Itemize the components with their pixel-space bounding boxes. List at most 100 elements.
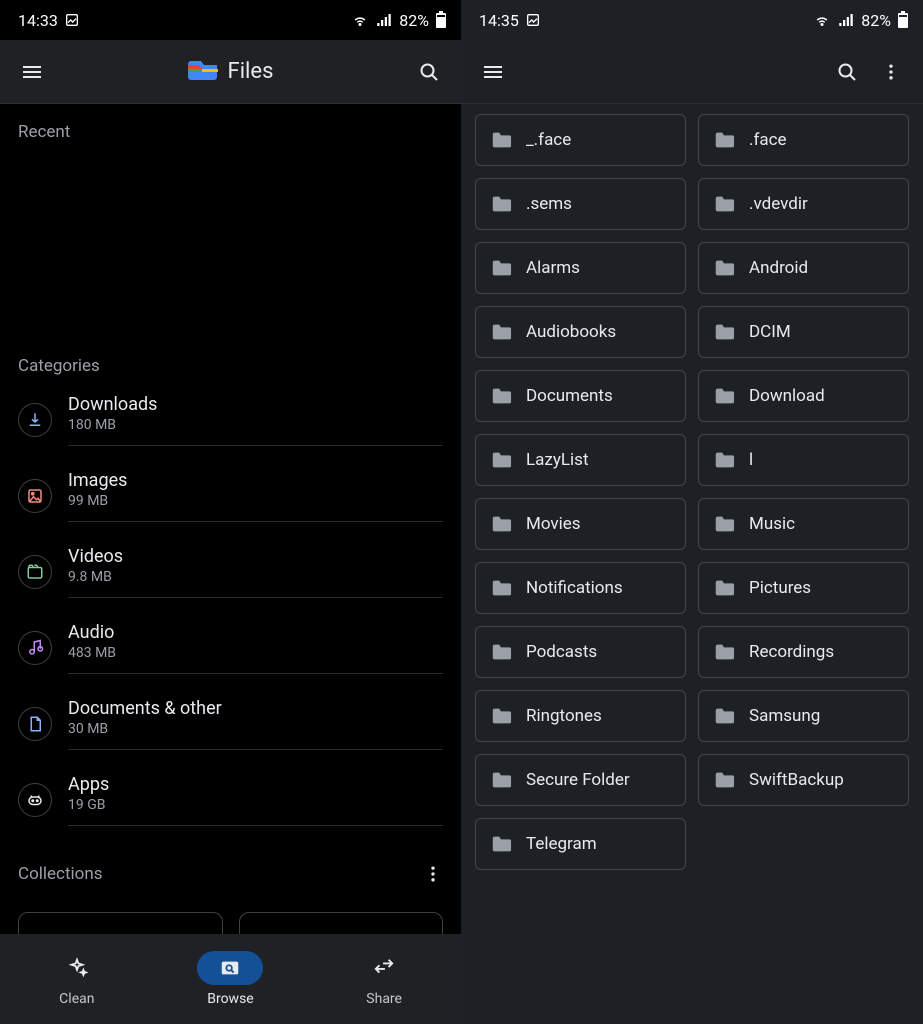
folder-item[interactable]: Notifications — [475, 562, 686, 614]
folder-item[interactable]: .sems — [475, 178, 686, 230]
nav-clean[interactable]: Clean — [17, 951, 137, 1007]
battery-icon — [435, 11, 447, 29]
share-icon — [351, 951, 417, 985]
folder-item[interactable]: Android — [698, 242, 909, 294]
screenshot-notification-icon — [525, 12, 541, 28]
status-time: 14:33 — [18, 11, 58, 30]
category-item-download[interactable]: Downloads 180 MB — [0, 382, 461, 458]
wifi-icon — [351, 11, 369, 29]
folder-icon — [713, 129, 735, 151]
folder-item[interactable]: Pictures — [698, 562, 909, 614]
folder-icon — [713, 257, 735, 279]
wifi-icon — [813, 11, 831, 29]
signal-icon — [837, 11, 855, 29]
folder-icon — [490, 193, 512, 215]
folder-grid: _.face .face .sems .vdevdir Alarms Android Aud… — [461, 104, 923, 880]
collections-more-button[interactable] — [411, 852, 455, 896]
menu-button[interactable] — [10, 50, 54, 94]
collections-section-title: Collections — [18, 864, 103, 884]
folder-name: Music — [749, 514, 795, 534]
nav-label: Clean — [59, 991, 94, 1007]
bottom-navigation: Clean Browse Share — [0, 934, 461, 1024]
download-icon — [18, 403, 52, 437]
folder-item[interactable]: l — [698, 434, 909, 486]
folder-item[interactable]: Telegram — [475, 818, 686, 870]
folder-icon — [713, 449, 735, 471]
folder-name: Recordings — [749, 642, 834, 662]
folder-icon — [490, 641, 512, 663]
folder-item[interactable]: .vdevdir — [698, 178, 909, 230]
search-button[interactable] — [407, 50, 451, 94]
folder-item[interactable]: Alarms — [475, 242, 686, 294]
screenshot-notification-icon — [64, 12, 80, 28]
category-item-apps[interactable]: Apps19 GB — [0, 762, 461, 838]
document-icon — [18, 707, 52, 741]
folder-item[interactable]: Recordings — [698, 626, 909, 678]
folder-name: Podcasts — [526, 642, 597, 662]
files-app-browse-screen: 14:33 82% — [0, 0, 461, 1024]
folder-icon — [490, 449, 512, 471]
folder-item[interactable]: _.face — [475, 114, 686, 166]
folder-item[interactable]: Podcasts — [475, 626, 686, 678]
search-button[interactable] — [825, 50, 869, 94]
folder-icon — [490, 577, 512, 599]
category-list: Downloads 180 MB Images 99 MB Videos9.8 MBAu… — [0, 382, 461, 838]
category-name: Images — [68, 470, 443, 491]
folder-icon — [713, 641, 735, 663]
video-icon — [18, 555, 52, 589]
folder-icon — [713, 769, 735, 791]
category-item-video[interactable]: Videos9.8 MB — [0, 534, 461, 610]
folder-icon — [713, 385, 735, 407]
folder-icon — [490, 769, 512, 791]
category-size: 180 MB — [68, 417, 443, 433]
folder-item[interactable]: Movies — [475, 498, 686, 550]
recent-empty-area — [0, 148, 461, 338]
folder-item[interactable]: Audiobooks — [475, 306, 686, 358]
folder-item[interactable]: DCIM — [698, 306, 909, 358]
folder-item[interactable]: Documents — [475, 370, 686, 422]
folder-icon — [490, 513, 512, 535]
apps-icon — [18, 783, 52, 817]
folder-name: DCIM — [749, 322, 791, 342]
nav-label: Share — [366, 991, 402, 1007]
folder-item[interactable]: Download — [698, 370, 909, 422]
status-time: 14:35 — [479, 11, 519, 30]
folder-item[interactable]: Samsung — [698, 690, 909, 742]
status-bar: 14:35 82% — [461, 0, 923, 40]
folder-name: .vdevdir — [749, 194, 808, 214]
category-item-document[interactable]: Documents & other 30 MB — [0, 686, 461, 762]
image-icon — [18, 479, 52, 513]
category-size: 99 MB — [68, 493, 443, 509]
nav-browse[interactable]: Browse — [170, 951, 290, 1007]
files-logo-icon — [188, 59, 218, 85]
folder-name: Telegram — [526, 834, 597, 854]
folder-item[interactable]: SwiftBackup — [698, 754, 909, 806]
category-name: Downloads — [68, 394, 443, 415]
folder-name: .face — [749, 130, 787, 150]
category-size: 30 MB — [68, 721, 443, 737]
folder-item[interactable]: .face — [698, 114, 909, 166]
folder-item[interactable]: Ringtones — [475, 690, 686, 742]
sparkle-icon — [44, 951, 110, 985]
category-name: Documents & other — [68, 698, 443, 719]
folder-name: Alarms — [526, 258, 580, 278]
file-browser-folder-screen: 14:35 82% — [461, 0, 923, 1024]
folder-name: Android — [749, 258, 808, 278]
category-item-audio[interactable]: Audio483 MB — [0, 610, 461, 686]
folder-icon — [490, 321, 512, 343]
nav-share[interactable]: Share — [324, 951, 444, 1007]
folder-item[interactable]: LazyList — [475, 434, 686, 486]
folder-item[interactable]: Secure Folder — [475, 754, 686, 806]
more-options-button[interactable] — [869, 50, 913, 94]
signal-icon — [375, 11, 393, 29]
category-item-image[interactable]: Images 99 MB — [0, 458, 461, 534]
menu-button[interactable] — [471, 50, 515, 94]
folder-name: LazyList — [526, 450, 589, 470]
folder-name: Audiobooks — [526, 322, 616, 342]
status-battery-text: 82% — [399, 11, 429, 30]
folder-icon — [713, 513, 735, 535]
folder-name: Pictures — [749, 578, 811, 598]
folder-icon — [490, 705, 512, 727]
recent-section-title: Recent — [0, 104, 461, 148]
folder-item[interactable]: Music — [698, 498, 909, 550]
